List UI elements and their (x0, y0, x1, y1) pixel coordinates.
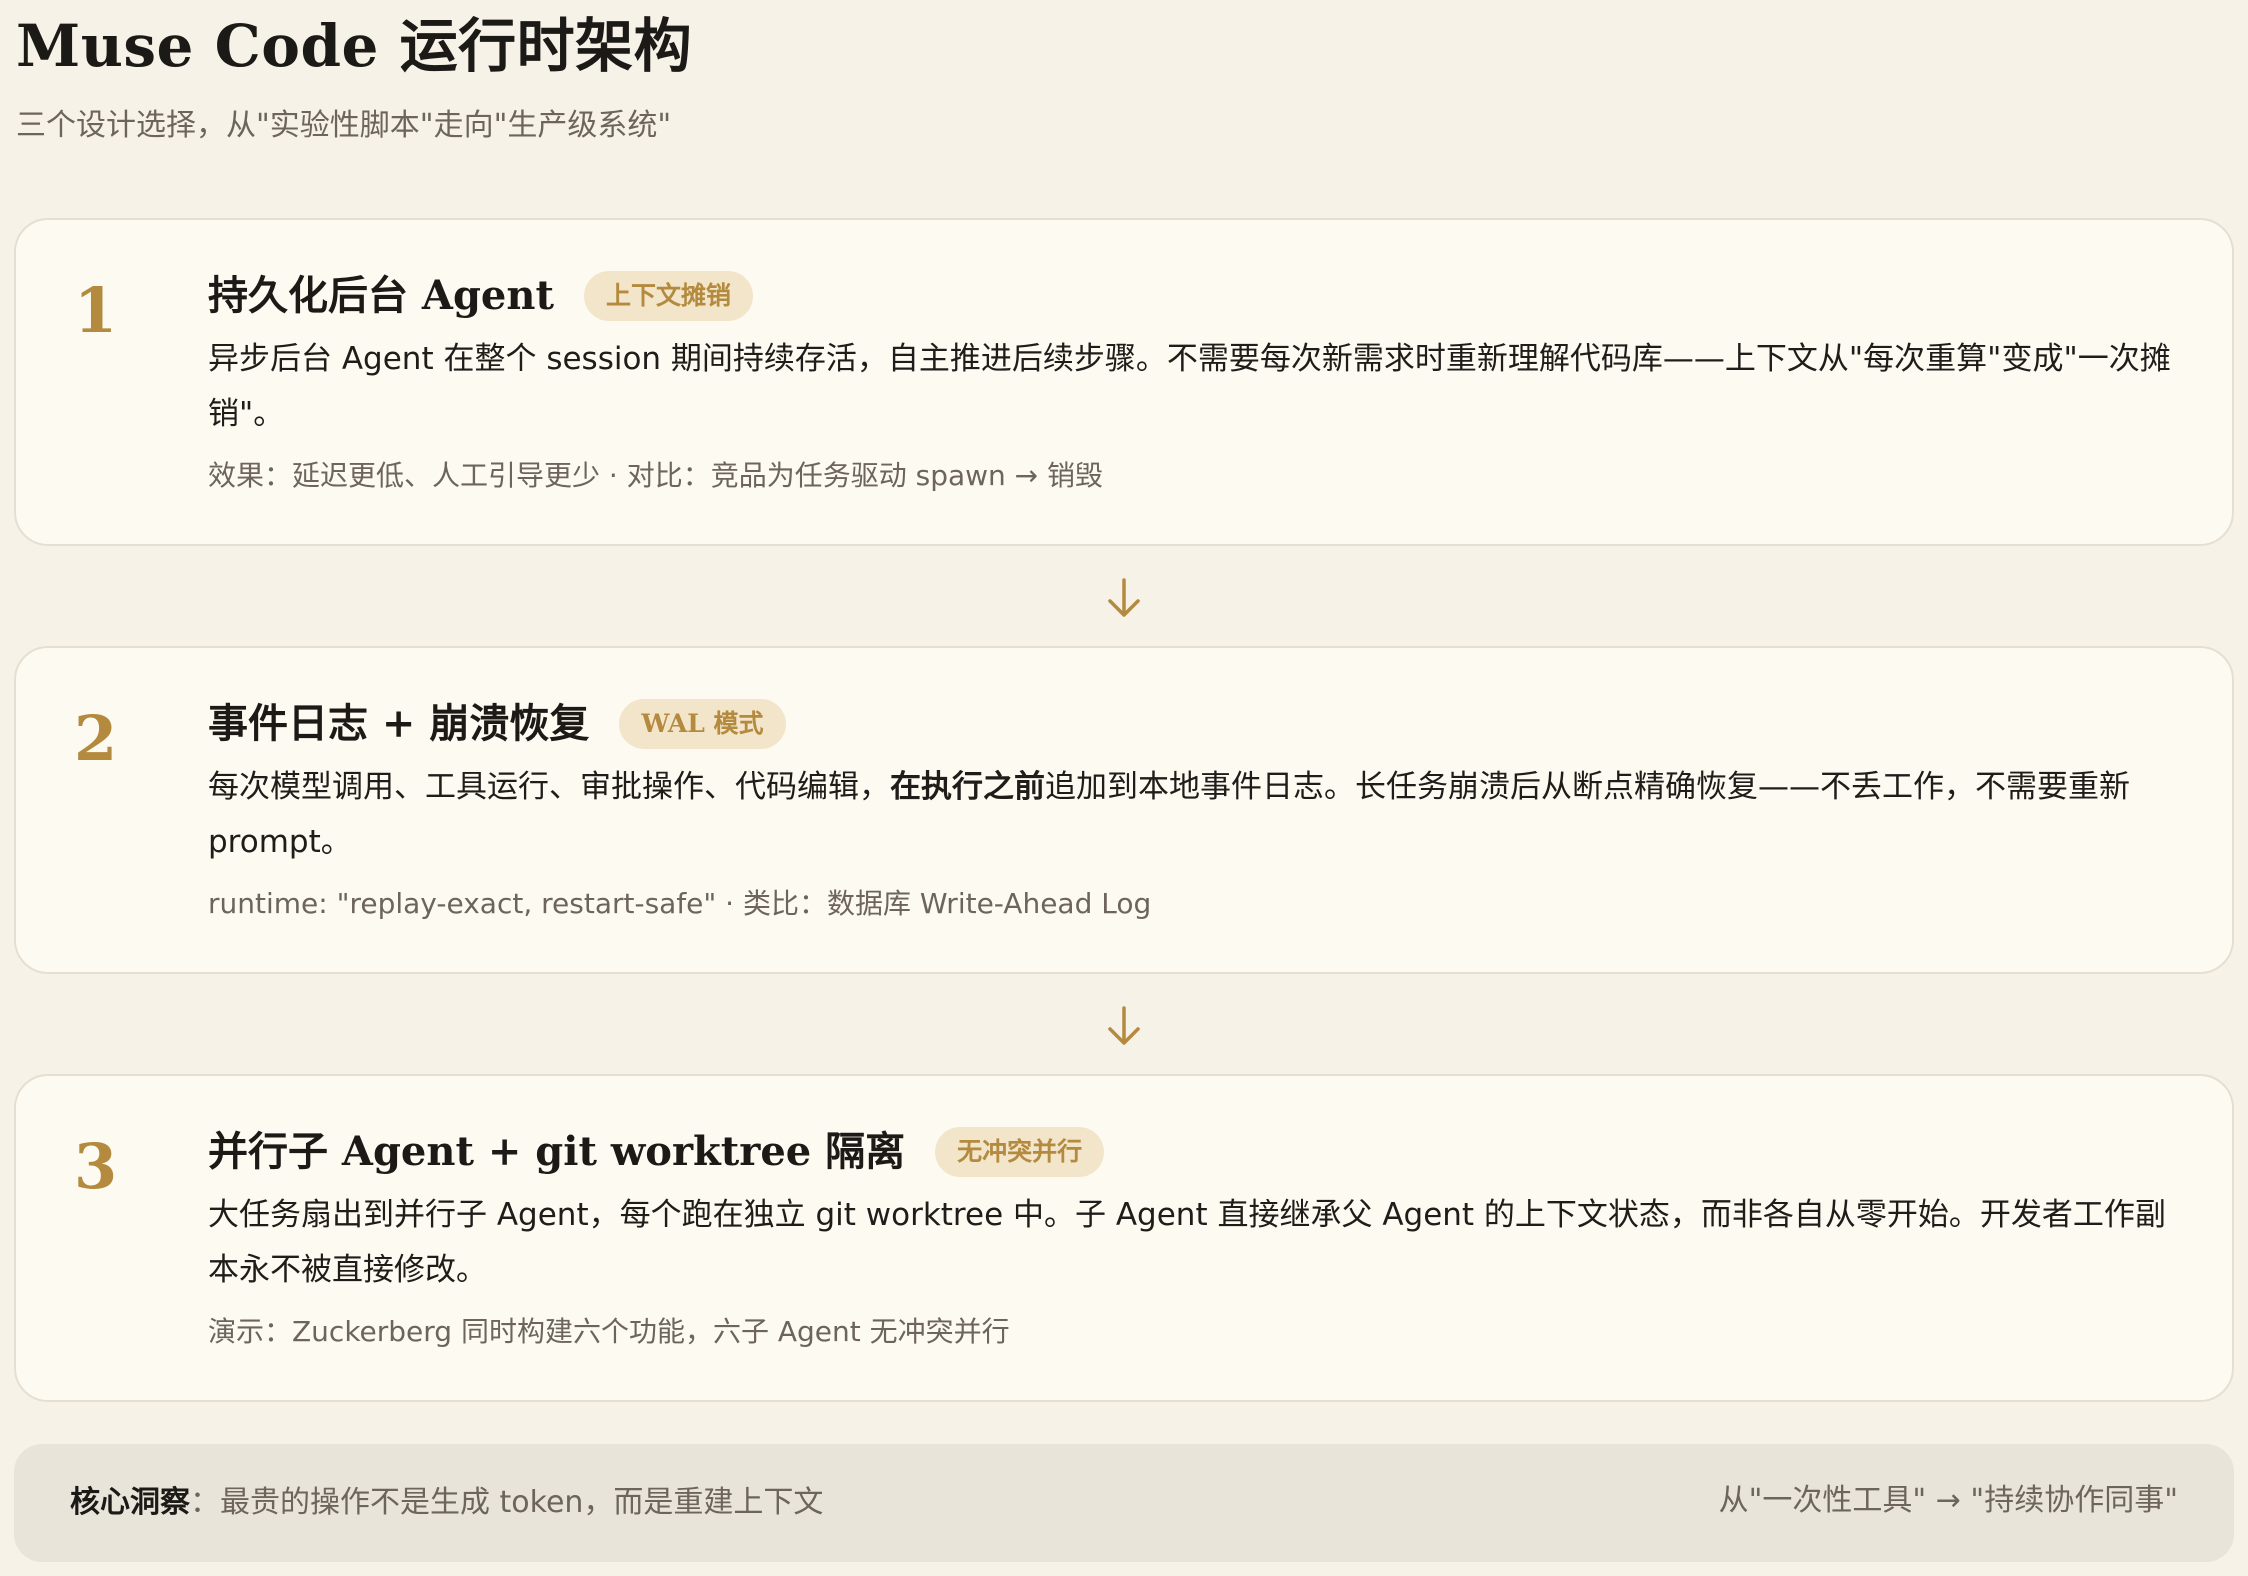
card-badge: WAL 模式 (619, 699, 786, 749)
page: Muse Code 运行时架构 三个设计选择，从"实验性脚本"走向"生产级系统"… (0, 0, 2248, 1576)
page-title: Muse Code 运行时架构 (16, 12, 693, 80)
transition-summary: 从"一次性工具" → "持续协作同事" (1718, 1483, 2178, 1518)
core-insight: 核心洞察：最贵的操作不是生成 token，而是重建上下文 (70, 1482, 823, 1524)
card-header: 事件日志 + 崩溃恢复 WAL 模式 (208, 698, 786, 750)
card-meta: 效果：延迟更低、人工引导更少 · 对比：竞品为任务驱动 spawn → 销毁 (208, 459, 1104, 492)
card-description-text: 大任务扇出到并行子 Agent，每个跑在独立 git worktree 中。子 … (208, 1197, 2166, 1288)
arrow-down-icon (1108, 1006, 1140, 1045)
insight-footer: 核心洞察：最贵的操作不是生成 token，而是重建上下文 从"一次性工具" → … (14, 1444, 2234, 1562)
card-description-text: 异步后台 Agent 在整个 session 期间持续存活，自主推进后续步骤。不… (208, 341, 2171, 432)
page-subtitle: 三个设计选择，从"实验性脚本"走向"生产级系统" (16, 108, 672, 143)
card-parallel-subagents: 3 并行子 Agent + git worktree 隔离 无冲突并行 大任务扇… (14, 1074, 2234, 1402)
card-number: 2 (74, 702, 118, 775)
card-header: 并行子 Agent + git worktree 隔离 无冲突并行 (208, 1126, 1105, 1178)
card-description-text: 每次模型调用、工具运行、审批操作、代码编辑， (208, 769, 890, 805)
arrow-down-icon (1108, 578, 1140, 617)
card-title: 并行子 Agent + git worktree 隔离 (208, 1128, 906, 1175)
card-number: 1 (74, 274, 118, 347)
card-description: 异步后台 Agent 在整个 session 期间持续存活，自主推进后续步骤。不… (208, 332, 2188, 442)
core-insight-text: ：最贵的操作不是生成 token，而是重建上下文 (190, 1485, 824, 1520)
card-description: 大任务扇出到并行子 Agent，每个跑在独立 git worktree 中。子 … (208, 1188, 2188, 1298)
card-description-emphasis: 在执行之前 (890, 769, 1045, 805)
card-meta: 演示：Zuckerberg 同时构建六个功能，六子 Agent 无冲突并行 (208, 1315, 1010, 1348)
card-badge: 无冲突并行 (935, 1127, 1105, 1177)
core-insight-label: 核心洞察 (70, 1485, 190, 1520)
card-event-log: 2 事件日志 + 崩溃恢复 WAL 模式 每次模型调用、工具运行、审批操作、代码… (14, 646, 2234, 974)
card-meta: runtime: "replay-exact, restart-safe" · … (208, 887, 1152, 920)
card-title: 事件日志 + 崩溃恢复 (208, 700, 590, 747)
card-persistent-agent: 1 持久化后台 Agent 上下文摊销 异步后台 Agent 在整个 sessi… (14, 218, 2234, 546)
card-badge: 上下文摊销 (583, 271, 753, 321)
card-header: 持久化后台 Agent 上下文摊销 (208, 270, 753, 322)
card-description: 每次模型调用、工具运行、审批操作、代码编辑，在执行之前追加到本地事件日志。长任务… (208, 760, 2188, 870)
card-title: 持久化后台 Agent (208, 272, 554, 319)
card-number: 3 (74, 1130, 118, 1203)
